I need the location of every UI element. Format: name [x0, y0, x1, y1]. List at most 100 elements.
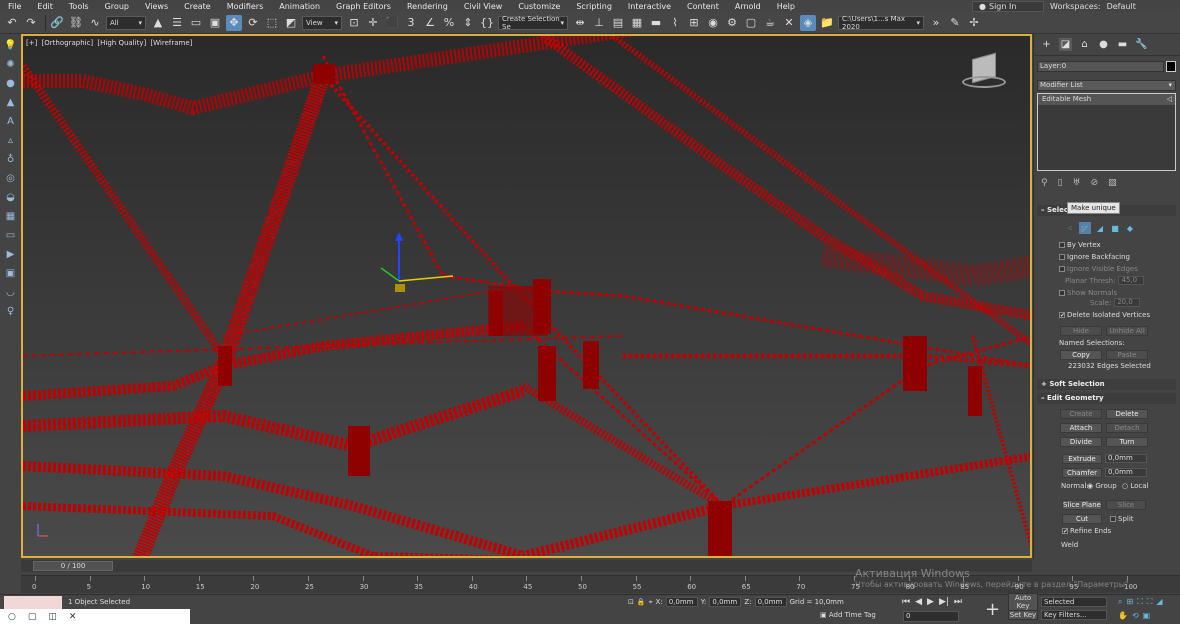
utilities-tab-icon[interactable]: 🔧 [1135, 38, 1148, 51]
previous-frame-icon[interactable]: ◀ [915, 597, 922, 607]
menu-graph-editors[interactable]: Graph Editors [328, 2, 399, 11]
chamfer-spinner[interactable]: 0,0mm [1105, 468, 1147, 477]
plane-icon[interactable]: ▭ [3, 228, 18, 243]
viewport-orthographic[interactable]: [+] [Orthographic] [High Quality] [Wiref… [21, 34, 1032, 558]
selection-filter-select[interactable]: All ▾ [106, 15, 146, 30]
stack-item-editable-mesh[interactable]: Editable Mesh ◁ [1038, 94, 1175, 105]
box-icon[interactable]: ▣ [3, 266, 18, 281]
scale-spinner[interactable]: Scale: 20,0 [1090, 298, 1141, 307]
select-object-icon[interactable]: ▲ [150, 15, 166, 31]
link-icon[interactable]: 🔗 [49, 15, 65, 31]
delete-button[interactable]: Delete [1106, 409, 1148, 419]
viewport-quality[interactable]: [High Quality] [97, 39, 146, 47]
schematic-view-icon[interactable]: ⊞ [686, 15, 702, 31]
hemisphere-icon[interactable]: ◡ [3, 285, 18, 300]
menu-interactive[interactable]: Interactive [620, 2, 679, 11]
render-setup-icon[interactable]: ⚙ [724, 15, 740, 31]
chamfer-value[interactable]: 0,0mm [1105, 468, 1147, 477]
bulb-icon[interactable]: ♁ [3, 152, 18, 167]
split-checkbox[interactable]: Split [1110, 515, 1134, 523]
ignore-backfacing-checkbox[interactable]: Ignore Backfacing [1059, 253, 1130, 261]
menu-animation[interactable]: Animation [271, 2, 328, 11]
redo-icon[interactable]: ↷ [23, 15, 39, 31]
menu-edit[interactable]: Edit [29, 2, 61, 11]
scene-explorer-icon[interactable]: ▤ [610, 15, 626, 31]
create-tab-icon[interactable]: + [1040, 38, 1053, 51]
torus-icon[interactable]: ◎ [3, 171, 18, 186]
configure-sets-icon[interactable]: ▧ [1108, 178, 1117, 188]
cut-button[interactable]: Cut [1062, 514, 1102, 524]
viewcube-ring[interactable] [962, 76, 1006, 88]
refine-ends-checkbox[interactable]: ✔ Refine Ends [1062, 527, 1111, 535]
menu-scripting[interactable]: Scripting [568, 2, 620, 11]
keyboard-shortcut-icon[interactable]: ⬛ [384, 15, 400, 31]
unlink-icon[interactable]: ⛓ [68, 15, 84, 31]
folder-icon[interactable]: 📁 [819, 15, 835, 31]
brush-icon[interactable]: ✎ [947, 15, 963, 31]
hierarchy-tab-icon[interactable]: ⌂ [1078, 38, 1091, 51]
search-icon[interactable]: ○ [8, 612, 16, 622]
render-frame-icon[interactable]: ▢ [743, 15, 759, 31]
soft-selection-rollout-header[interactable]: Soft Selection [1037, 379, 1176, 390]
unhide-all-button[interactable]: Unhide All [1106, 326, 1148, 336]
time-slider-handle[interactable]: 0 / 100 [33, 561, 113, 571]
isolate-icon[interactable]: ⊡ [628, 598, 634, 606]
divide-button[interactable]: Divide [1060, 437, 1102, 447]
zoom-extents-all-icon[interactable]: ⛶ [1147, 597, 1153, 607]
remove-modifier-icon[interactable]: ⊘ [1091, 178, 1099, 188]
show-end-result-icon[interactable]: ▯ [1058, 178, 1063, 188]
layer-explorer-icon[interactable]: ▦ [629, 15, 645, 31]
modify-tab-icon[interactable]: ◪ [1059, 38, 1072, 51]
select-manipulate-icon[interactable]: ✛ [365, 15, 381, 31]
menu-modifiers[interactable]: Modifiers [219, 2, 272, 11]
select-by-name-icon[interactable]: ☰ [169, 15, 185, 31]
modifier-list-select[interactable]: Modifier List ▾ [1037, 80, 1176, 91]
zoom-icon[interactable]: ⌕ [1118, 597, 1122, 607]
key-filters-button[interactable]: Key Filters... [1041, 610, 1107, 620]
menu-views[interactable]: Views [137, 2, 176, 11]
placement-icon[interactable]: ◩ [283, 15, 299, 31]
menu-help[interactable]: Help [769, 2, 803, 11]
terrain-icon[interactable]: ▲ [3, 95, 18, 110]
y-coordinate-field[interactable]: 0,0mm [709, 597, 742, 607]
snaps-toggle-icon[interactable]: 3 [403, 15, 419, 31]
mirror-icon[interactable]: ⇹ [572, 15, 588, 31]
viewport-shading[interactable]: [Wireframe] [150, 39, 192, 47]
sun-icon[interactable]: ✺ [3, 57, 18, 72]
ignore-visible-edges-checkbox[interactable]: Ignore Visible Edges [1059, 265, 1138, 273]
project-path-field[interactable]: C:\Users\1...s Max 2020 ▾ [838, 15, 924, 31]
set-key-button[interactable]: Set Key [1008, 610, 1038, 620]
ribbon-icon[interactable]: ▬ [648, 15, 664, 31]
lamp-icon[interactable]: ♀ [3, 304, 18, 319]
teapot-icon[interactable]: ◒ [3, 190, 18, 205]
menu-arnold[interactable]: Arnold [727, 2, 769, 11]
auto-key-button[interactable]: Auto Key [1008, 593, 1038, 611]
hide-button[interactable]: Hide [1060, 326, 1102, 336]
task-view-icon[interactable]: ▢ [28, 612, 37, 622]
modifier-stack[interactable]: Editable Mesh ◁ [1037, 93, 1176, 171]
make-unique-icon[interactable]: ♅ [1073, 178, 1081, 188]
viewport-point-of-view[interactable]: [Orthographic] [42, 39, 94, 47]
local-radio[interactable]: ○ Local [1122, 482, 1149, 490]
align-icon[interactable]: ⊥ [591, 15, 607, 31]
sphere-icon[interactable]: ● [3, 76, 18, 91]
pin-stack-icon[interactable]: ⚲ [1041, 178, 1048, 188]
attach-button[interactable]: Attach [1060, 423, 1102, 433]
group-radio[interactable]: ◉ Group [1087, 482, 1117, 490]
scale-value[interactable]: 20,0 [1114, 298, 1141, 307]
slice-button[interactable]: Slice [1106, 500, 1146, 510]
selection-set-select[interactable]: Selected [1041, 597, 1107, 607]
chamfer-button[interactable]: Chamfer [1062, 468, 1102, 478]
zoom-all-icon[interactable]: ⊞ [1126, 597, 1133, 607]
menu-file[interactable]: File [0, 2, 29, 11]
named-selection-select[interactable]: Create Selection Se ▾ [498, 15, 568, 31]
edge-mode-icon[interactable]: ◸ [1079, 222, 1091, 234]
field-of-view-icon[interactable]: ◢ [1156, 597, 1162, 607]
extrude-value[interactable]: 0,0mm [1105, 454, 1147, 463]
slice-plane-button[interactable]: Slice Plane [1062, 500, 1102, 510]
viewport-label[interactable]: [+] [Orthographic] [High Quality] [Wiref… [26, 39, 194, 47]
copy-button[interactable]: Copy [1060, 350, 1102, 360]
edit-named-selection-icon[interactable]: {} [479, 15, 495, 31]
viewport-menu-plus[interactable]: [+] [26, 39, 37, 47]
window-crossing-icon[interactable]: ▣ [207, 15, 223, 31]
